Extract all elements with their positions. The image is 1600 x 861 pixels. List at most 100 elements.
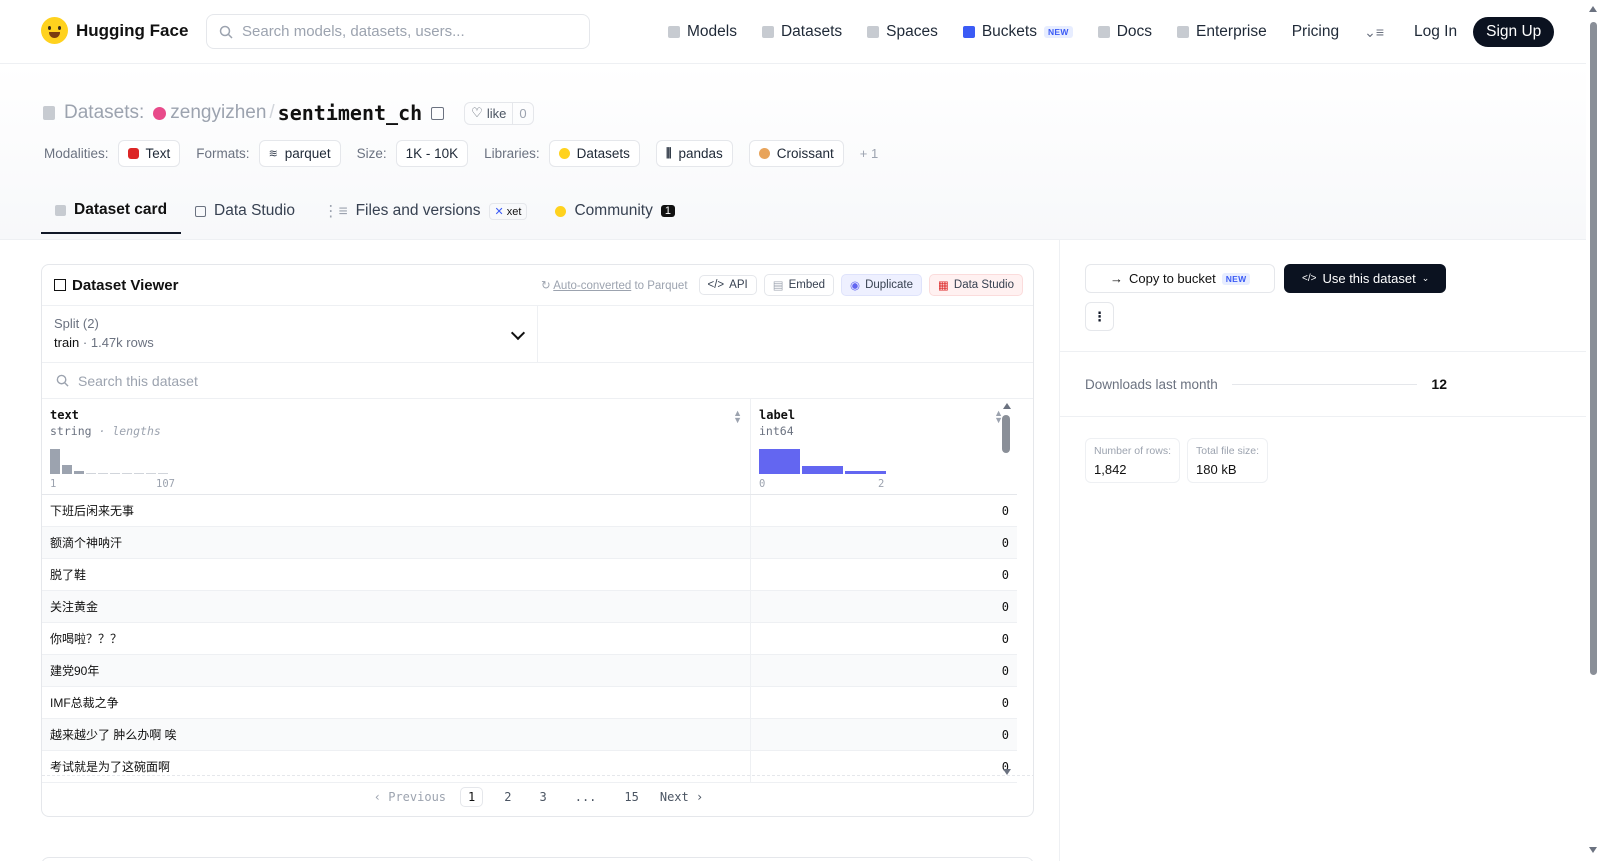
- copy-to-bucket-button[interactable]: → Copy to bucket NEW: [1085, 264, 1275, 293]
- histogram-bar[interactable]: [158, 473, 168, 474]
- format-text: parquet: [284, 146, 331, 161]
- cell-label[interactable]: 0: [751, 687, 1017, 718]
- library-datasets-chip[interactable]: Datasets: [548, 140, 640, 167]
- cell-text[interactable]: 越来越少了 肿么办啊 唉: [42, 719, 751, 750]
- cell-text[interactable]: 脱了鞋: [42, 559, 751, 590]
- more-options-button[interactable]: ⋮: [1085, 302, 1114, 331]
- column-header-label[interactable]: label int64 ▲ ▼ 0 2: [751, 399, 1017, 494]
- use-dataset-button[interactable]: </> Use this dataset ⌄: [1284, 264, 1446, 293]
- cell-label[interactable]: 0: [751, 527, 1017, 558]
- histogram-bar[interactable]: [122, 473, 132, 474]
- dataset-search[interactable]: [42, 363, 1033, 399]
- like-button[interactable]: ♡ like 0: [464, 101, 534, 125]
- cell-text[interactable]: 你喝啦？？？: [42, 623, 751, 654]
- global-search[interactable]: [206, 14, 590, 49]
- nav-pricing[interactable]: Pricing: [1292, 23, 1339, 41]
- nav-spaces[interactable]: Spaces: [867, 23, 938, 41]
- nav-docs[interactable]: Docs: [1097, 23, 1152, 41]
- cell-text[interactable]: 下班后闲来无事: [42, 495, 751, 526]
- library-croissant-chip[interactable]: Croissant: [748, 140, 844, 167]
- histogram-bar[interactable]: [759, 449, 800, 474]
- auto-converted-link[interactable]: Auto-converted: [553, 280, 631, 292]
- tab-community[interactable]: Community 1: [541, 188, 689, 234]
- histogram-bar[interactable]: [62, 465, 72, 474]
- previous-page-button[interactable]: ‹ Previous: [374, 790, 446, 804]
- histogram-bar[interactable]: [50, 449, 60, 474]
- more-menu-icon[interactable]: ⌄≡: [1364, 24, 1384, 41]
- dataset-search-input[interactable]: [78, 372, 478, 389]
- label-histogram[interactable]: [759, 449, 886, 474]
- table-row[interactable]: IMF总裁之争 0: [42, 687, 1017, 719]
- scroll-thumb[interactable]: [1002, 415, 1010, 453]
- library-pandas-chip[interactable]: ⫼ pandas: [655, 140, 733, 167]
- cell-text[interactable]: 额滴个神呐汗: [42, 527, 751, 558]
- cell-text[interactable]: IMF总裁之争: [42, 687, 751, 718]
- page-ellipsis: ...: [574, 789, 597, 804]
- table-row[interactable]: 关注黄金 0: [42, 591, 1017, 623]
- histogram-bar[interactable]: [74, 471, 84, 474]
- next-page-button[interactable]: Next ›: [660, 790, 703, 804]
- global-search-input[interactable]: [242, 23, 562, 40]
- tab-dataset-card[interactable]: Dataset card: [41, 188, 182, 234]
- histogram-bar[interactable]: [134, 473, 144, 474]
- histogram-bar[interactable]: [98, 473, 108, 474]
- page-2[interactable]: 2: [497, 788, 518, 806]
- table-scrollbar[interactable]: [1000, 403, 1014, 775]
- column-header-text[interactable]: text string · lengths ▲ ▼ 1 107: [42, 399, 751, 494]
- data-studio-button[interactable]: ▦ Data Studio: [929, 274, 1023, 296]
- histogram-min: 0: [759, 478, 766, 490]
- table-row[interactable]: 下班后闲来无事 0: [42, 495, 1017, 527]
- cell-text[interactable]: 关注黄金: [42, 591, 751, 622]
- scroll-up-icon[interactable]: [1589, 6, 1597, 12]
- grid-icon: [867, 26, 880, 38]
- histogram-bar[interactable]: [845, 471, 886, 474]
- embed-button[interactable]: ▤ Embed: [763, 274, 835, 296]
- cell-label[interactable]: 0: [751, 495, 1017, 526]
- api-button[interactable]: </> API: [698, 275, 757, 295]
- more-libraries[interactable]: + 1: [860, 146, 878, 161]
- page-3[interactable]: 3: [532, 788, 553, 806]
- signup-button[interactable]: Sign Up: [1473, 17, 1555, 47]
- modality-chip[interactable]: Text: [117, 140, 181, 167]
- section-label[interactable]: Datasets:: [64, 102, 144, 124]
- nav-buckets[interactable]: Buckets NEW: [962, 23, 1073, 41]
- scroll-up-icon[interactable]: [1003, 403, 1011, 409]
- text-length-histogram[interactable]: [50, 449, 168, 474]
- cell-label[interactable]: 0: [751, 559, 1017, 590]
- histogram-bar[interactable]: [802, 466, 843, 474]
- xet-badge: ✕ xet: [488, 202, 528, 220]
- table-row[interactable]: 建党90年 0: [42, 655, 1017, 687]
- page-1[interactable]: 1: [460, 786, 484, 807]
- cell-label[interactable]: 0: [751, 591, 1017, 622]
- logo[interactable]: Hugging Face: [41, 17, 188, 44]
- split-selector[interactable]: Split (2) train · 1.47k rows: [42, 306, 538, 362]
- size-chip[interactable]: 1K - 10K: [395, 140, 469, 167]
- owner-link[interactable]: zengyizhen: [170, 102, 266, 124]
- page-15[interactable]: 15: [617, 788, 645, 806]
- cell-text[interactable]: 建党90年: [42, 655, 751, 686]
- histogram-bar[interactable]: [86, 473, 96, 474]
- tab-data-studio[interactable]: Data Studio: [181, 188, 309, 234]
- nav-models[interactable]: Models: [668, 23, 737, 41]
- table-row[interactable]: 额滴个神呐汗 0: [42, 527, 1017, 559]
- sort-icon[interactable]: ▲ ▼: [733, 409, 742, 425]
- nav-datasets[interactable]: Datasets: [761, 23, 842, 41]
- cell-label[interactable]: 0: [751, 655, 1017, 686]
- scroll-down-icon[interactable]: [1589, 847, 1597, 853]
- page-scrollbar[interactable]: [1586, 0, 1600, 861]
- duplicate-button[interactable]: ◉ Duplicate: [841, 274, 923, 296]
- dataset-name[interactable]: sentiment_ch: [278, 101, 423, 125]
- histogram-bar[interactable]: [146, 473, 156, 474]
- cell-label[interactable]: 0: [751, 623, 1017, 654]
- table-row[interactable]: 你喝啦？？？ 0: [42, 623, 1017, 655]
- scroll-thumb[interactable]: [1590, 22, 1597, 675]
- tab-files[interactable]: ⋮≡ Files and versions ✕ xet: [309, 188, 541, 234]
- histogram-bar[interactable]: [110, 473, 120, 474]
- table-row[interactable]: 脱了鞋 0: [42, 559, 1017, 591]
- format-chip[interactable]: ≋ parquet: [258, 140, 341, 167]
- copy-icon[interactable]: [431, 106, 445, 120]
- table-row[interactable]: 越来越少了 肿么办啊 唉0: [42, 719, 1017, 751]
- cell-label[interactable]: 0: [751, 719, 1017, 750]
- login-link[interactable]: Log In: [1414, 23, 1457, 41]
- nav-enterprise[interactable]: Enterprise: [1177, 23, 1267, 41]
